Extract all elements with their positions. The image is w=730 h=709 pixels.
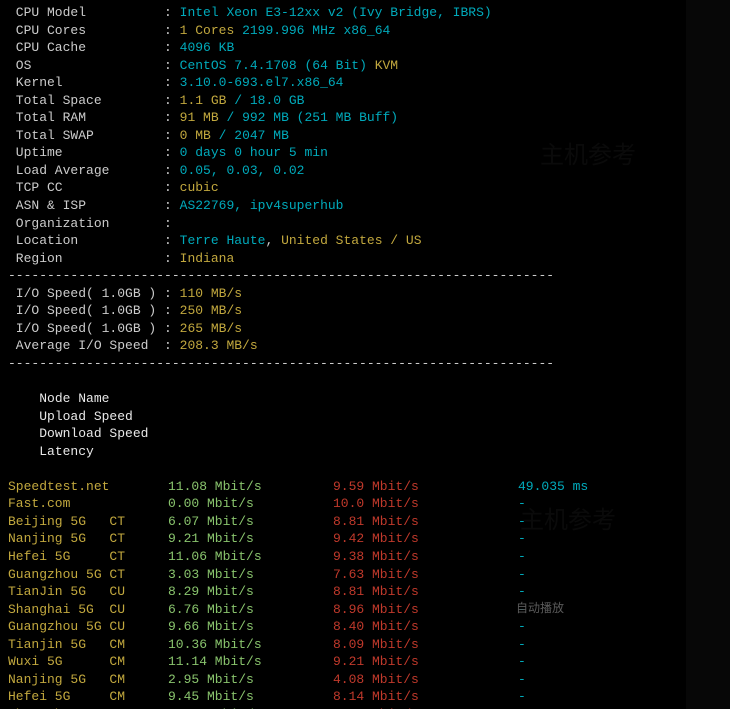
cell-node: Beijing 5G CT — [8, 513, 168, 531]
cell-upload: 0.00 Mbit/s — [168, 495, 333, 513]
table-row: Fast.com0.00 Mbit/s10.0 Mbit/s- — [8, 495, 678, 513]
cell-download: 9.38 Mbit/s — [333, 548, 518, 566]
cell-upload: 6.07 Mbit/s — [168, 513, 333, 531]
cell-latency: - — [518, 636, 526, 654]
col-download-header: Download Speed — [39, 425, 224, 443]
cell-node: Guangzhou 5G CU — [8, 618, 168, 636]
cell-node: Speedtest.net — [8, 478, 168, 496]
table-row: Nanjing 5G CT9.21 Mbit/s9.42 Mbit/s- — [8, 530, 678, 548]
terminal-line: Total RAM : 91 MB / 992 MB (251 MB Buff) — [8, 109, 678, 127]
cell-latency: - — [518, 530, 526, 548]
cell-download: 9.21 Mbit/s — [333, 653, 518, 671]
cell-latency: 49.035 ms — [518, 478, 588, 496]
terminal-output: 主机参考 主机参考 CPU Model : Intel Xeon E3-12xx… — [0, 0, 686, 709]
table-row: TianJin 5G CU8.29 Mbit/s8.81 Mbit/s- — [8, 583, 678, 601]
system-info-block: CPU Model : Intel Xeon E3-12xx v2 (Ivy B… — [8, 4, 678, 267]
cell-upload: 11.14 Mbit/s — [168, 653, 333, 671]
terminal-line: Total Space : 1.1 GB / 18.0 GB — [8, 92, 678, 110]
terminal-line: Average I/O Speed : 208.3 MB/s — [8, 337, 678, 355]
terminal-line: CPU Model : Intel Xeon E3-12xx v2 (Ivy B… — [8, 4, 678, 22]
terminal-line: CPU Cache : 4096 KB — [8, 39, 678, 57]
table-row: Hefei 5G CM9.45 Mbit/s8.14 Mbit/s- — [8, 688, 678, 706]
cell-latency: - — [518, 566, 526, 584]
cell-download: 9.59 Mbit/s — [333, 478, 518, 496]
terminal-line: Organization : — [8, 215, 678, 233]
terminal-line: I/O Speed( 1.0GB ) : 265 MB/s — [8, 320, 678, 338]
col-upload-header: Upload Speed — [39, 408, 204, 426]
table-row: Guangzhou 5G CT3.03 Mbit/s7.63 Mbit/s- — [8, 566, 678, 584]
cell-node: Tianjin 5G CM — [8, 636, 168, 654]
speed-table-header: Node Name Upload Speed Download Speed La… — [8, 372, 678, 477]
speed-table-body: Speedtest.net11.08 Mbit/s9.59 Mbit/s49.0… — [8, 478, 678, 709]
terminal-line: ASN & ISP : AS22769, ipv4superhub — [8, 197, 678, 215]
cell-download: 8.96 Mbit/s — [333, 601, 518, 619]
cell-download: 9.42 Mbit/s — [333, 530, 518, 548]
divider: ----------------------------------------… — [8, 355, 678, 373]
terminal-line: Location : Terre Haute, United States / … — [8, 232, 678, 250]
io-speed-block: I/O Speed( 1.0GB ) : 110 MB/s I/O Speed(… — [8, 285, 678, 355]
cell-download: 4.08 Mbit/s — [333, 671, 518, 689]
cell-node: Wuxi 5G CM — [8, 653, 168, 671]
terminal-line: TCP CC : cubic — [8, 179, 678, 197]
cell-upload: 11.08 Mbit/s — [168, 478, 333, 496]
cell-upload: 8.29 Mbit/s — [168, 583, 333, 601]
cell-download: 7.63 Mbit/s — [333, 566, 518, 584]
cell-node: Nanjing 5G CT — [8, 530, 168, 548]
terminal-line: Uptime : 0 days 0 hour 5 min — [8, 144, 678, 162]
cell-latency: - — [518, 618, 526, 636]
cell-node: Shanghai 5G CU — [8, 601, 168, 619]
cell-latency: - — [518, 653, 526, 671]
page-side-area: 自动播放 — [686, 0, 730, 709]
cell-latency: - — [518, 548, 526, 566]
col-latency-header: Latency — [39, 443, 94, 461]
table-row: Nanjing 5G CM2.95 Mbit/s4.08 Mbit/s- — [8, 671, 678, 689]
table-row: Wuxi 5G CM11.14 Mbit/s9.21 Mbit/s- — [8, 653, 678, 671]
cell-node: Hefei 5G CM — [8, 688, 168, 706]
terminal-line: I/O Speed( 1.0GB ) : 250 MB/s — [8, 302, 678, 320]
autoplay-label: 自动播放 — [516, 600, 564, 616]
cell-node: Guangzhou 5G CT — [8, 566, 168, 584]
cell-download: 8.09 Mbit/s — [333, 636, 518, 654]
cell-upload: 10.36 Mbit/s — [168, 636, 333, 654]
terminal-line: I/O Speed( 1.0GB ) : 110 MB/s — [8, 285, 678, 303]
table-row: Beijing 5G CT6.07 Mbit/s8.81 Mbit/s- — [8, 513, 678, 531]
cell-latency: - — [518, 671, 526, 689]
cell-upload: 11.06 Mbit/s — [168, 548, 333, 566]
cell-latency: - — [518, 688, 526, 706]
cell-node: Hefei 5G CT — [8, 548, 168, 566]
table-row: Speedtest.net11.08 Mbit/s9.59 Mbit/s49.0… — [8, 478, 678, 496]
cell-latency: - — [518, 583, 526, 601]
cell-node: Nanjing 5G CM — [8, 671, 168, 689]
cell-download: 8.81 Mbit/s — [333, 583, 518, 601]
divider: ----------------------------------------… — [8, 267, 678, 285]
table-row: Guangzhou 5G CU9.66 Mbit/s8.40 Mbit/s- — [8, 618, 678, 636]
cell-node: Fast.com — [8, 495, 168, 513]
cell-upload: 3.03 Mbit/s — [168, 566, 333, 584]
terminal-line: Region : Indiana — [8, 250, 678, 268]
terminal-line: CPU Cores : 1 Cores 2199.996 MHz x86_64 — [8, 22, 678, 40]
table-row: Hefei 5G CT11.06 Mbit/s9.38 Mbit/s- — [8, 548, 678, 566]
cell-upload: 6.76 Mbit/s — [168, 601, 333, 619]
terminal-line: Load Average : 0.05, 0.03, 0.02 — [8, 162, 678, 180]
cell-upload: 9.66 Mbit/s — [168, 618, 333, 636]
table-row: Shanghai 5G CU6.76 Mbit/s8.96 Mbit/s- — [8, 601, 678, 619]
cell-download: 8.81 Mbit/s — [333, 513, 518, 531]
terminal-line: Kernel : 3.10.0-693.el7.x86_64 — [8, 74, 678, 92]
cell-upload: 9.45 Mbit/s — [168, 688, 333, 706]
cell-download: 10.0 Mbit/s — [333, 495, 518, 513]
terminal-line: OS : CentOS 7.4.1708 (64 Bit) KVM — [8, 57, 678, 75]
terminal-line: Total SWAP : 0 MB / 2047 MB — [8, 127, 678, 145]
col-node-header: Node Name — [39, 390, 199, 408]
cell-download: 8.40 Mbit/s — [333, 618, 518, 636]
cell-latency: - — [518, 513, 526, 531]
cell-upload: 9.21 Mbit/s — [168, 530, 333, 548]
table-row: Tianjin 5G CM10.36 Mbit/s8.09 Mbit/s- — [8, 636, 678, 654]
cell-upload: 2.95 Mbit/s — [168, 671, 333, 689]
cell-latency: - — [518, 495, 526, 513]
cell-download: 8.14 Mbit/s — [333, 688, 518, 706]
cell-node: TianJin 5G CU — [8, 583, 168, 601]
